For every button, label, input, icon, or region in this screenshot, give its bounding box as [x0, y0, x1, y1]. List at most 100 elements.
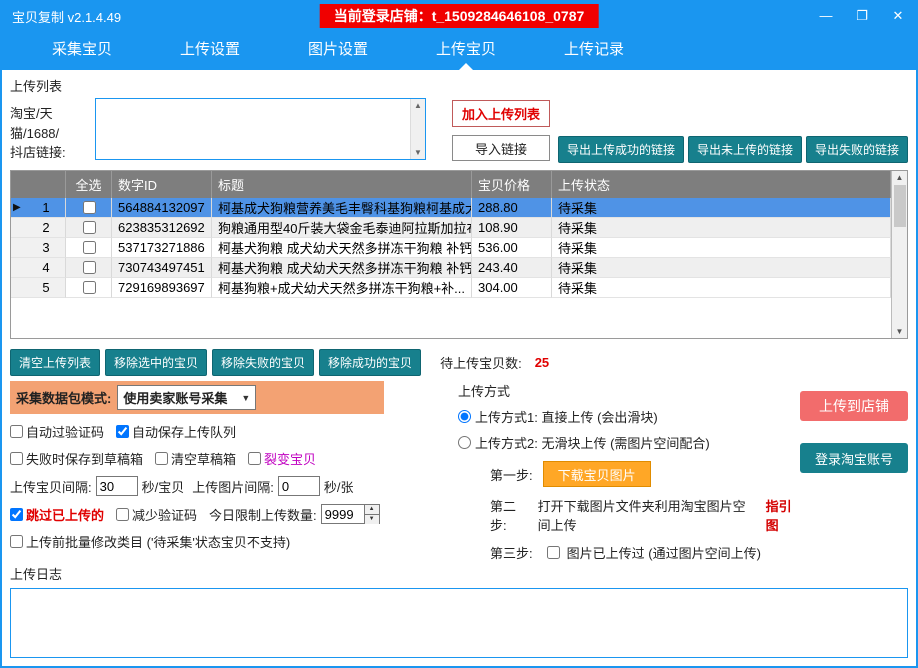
checkbox-row-2: 失败时保存到草稿箱 清空草稿箱 裂变宝贝 — [10, 449, 446, 468]
guide-image-link[interactable]: 指引图 — [766, 496, 800, 534]
export-pending-links-button[interactable]: 导出未上传的链接 — [688, 136, 802, 163]
row-item-price: 304.00 — [472, 278, 552, 298]
row-select-checkbox[interactable] — [83, 221, 96, 234]
window-controls: — ❐ ✕ — [818, 8, 906, 24]
row-item-price: 288.80 — [472, 198, 552, 218]
row-upload-status: 待采集 — [552, 258, 891, 278]
image-interval-label: 上传图片间隔: — [192, 477, 274, 496]
step-2-row: 第二步: 打开下载图片文件夹利用淘宝图片空间上传 指引图 — [458, 496, 800, 534]
minimize-icon[interactable]: — — [818, 8, 834, 24]
upload-method-1-radio[interactable]: 上传方式1: 直接上传 (会出滑块) — [458, 407, 800, 426]
tab-image-settings[interactable]: 图片设置 — [274, 30, 402, 70]
tab-collect-items[interactable]: 采集宝贝 — [18, 30, 146, 70]
add-to-upload-list-button[interactable]: 加入上传列表 — [452, 100, 550, 127]
row-numeric-id: 564884132097 — [112, 198, 212, 218]
row-select-checkbox[interactable] — [83, 281, 96, 294]
save-draft-on-fail-checkbox[interactable]: 失败时保存到草稿箱 — [10, 449, 143, 468]
clear-upload-list-button[interactable]: 清空上传列表 — [10, 349, 100, 376]
header-select-all[interactable]: 全选 — [66, 171, 112, 198]
row-upload-status: 待采集 — [552, 278, 891, 298]
row-item-title: 柯基狗粮+成犬幼犬天然多拼冻干狗粮+补... — [212, 278, 472, 298]
table-scrollbar[interactable]: ▲ ▼ — [891, 171, 907, 338]
close-icon[interactable]: ✕ — [890, 8, 906, 24]
daily-limit-input[interactable] — [322, 505, 364, 523]
scroll-down-icon[interactable]: ▼ — [414, 148, 422, 157]
remove-success-items-button[interactable]: 移除成功的宝贝 — [319, 349, 421, 376]
row-number: 5 — [29, 280, 63, 295]
row-item-title: 柯基犬狗粮 成犬幼犬天然多拼冻干狗粮 补钙... — [212, 258, 472, 278]
table-row[interactable]: ▶ 4 730743497451 柯基犬狗粮 成犬幼犬天然多拼冻干狗粮 补钙..… — [11, 258, 891, 278]
scroll-up-icon[interactable]: ▲ — [896, 173, 904, 182]
header-row-number — [11, 171, 66, 198]
step-2-label: 第二步: — [490, 496, 528, 534]
link-buttons-column: 加入上传列表 导入链接 — [452, 98, 550, 161]
auto-save-queue-checkbox[interactable]: 自动保存上传队列 — [116, 422, 236, 441]
export-failed-links-button[interactable]: 导出失败的链接 — [806, 136, 908, 163]
row-number: 1 — [29, 200, 63, 215]
remove-failed-items-button[interactable]: 移除失败的宝贝 — [212, 349, 314, 376]
row-item-price: 536.00 — [472, 238, 552, 258]
row-upload-status: 待采集 — [552, 198, 891, 218]
table-row[interactable]: ▶ 1 564884132097 柯基成犬狗粮营养美毛丰臀科基狗粮柯基成犬...… — [11, 198, 891, 218]
login-taobao-button[interactable]: 登录淘宝账号 — [800, 443, 908, 473]
row-item-price: 108.90 — [472, 218, 552, 238]
table-row[interactable]: ▶ 5 729169893697 柯基狗粮+成犬幼犬天然多拼冻干狗粮+补... … — [11, 278, 891, 298]
pending-count-value: 25 — [535, 355, 549, 370]
export-buttons-row: 导出上传成功的链接 导出未上传的链接 导出失败的链接 — [558, 136, 908, 163]
daily-limit-label: 今日限制上传数量: — [209, 505, 317, 524]
row-select-checkbox[interactable] — [83, 201, 96, 214]
row-item-title: 柯基犬狗粮 成犬幼犬天然多拼冻干狗粮 补钙... — [212, 238, 472, 258]
reduce-captcha-checkbox[interactable]: 减少验证码 — [116, 505, 197, 524]
item-interval-input[interactable] — [96, 476, 138, 496]
upload-method-2-radio[interactable]: 上传方式2: 无滑块上传 (需图片空间配合) — [458, 433, 800, 452]
remove-selected-items-button[interactable]: 移除选中的宝贝 — [105, 349, 207, 376]
tab-upload-items[interactable]: 上传宝贝 — [402, 30, 530, 70]
clear-draft-checkbox[interactable]: 清空草稿箱 — [155, 449, 236, 468]
row-numeric-id: 623835312692 — [112, 218, 212, 238]
collect-mode-value: 使用卖家账号采集 — [123, 388, 227, 407]
auto-captcha-checkbox[interactable]: 自动过验证码 — [10, 422, 104, 441]
row-select-checkbox[interactable] — [83, 261, 96, 274]
download-item-images-button[interactable]: 下载宝贝图片 — [543, 461, 651, 487]
stepper-down-icon[interactable]: ▼ — [365, 515, 379, 524]
app-window: 宝贝复制 v2.1.4.49 当前登录店铺：t_1509284646108_07… — [0, 0, 918, 668]
step-3-row: 第三步: 图片已上传过 (通过图片空间上传) — [458, 543, 800, 562]
import-links-button[interactable]: 导入链接 — [452, 135, 550, 161]
pending-count-label: 待上传宝贝数: — [440, 353, 522, 372]
table-row[interactable]: ▶ 2 623835312692 狗粮通用型40斤装大袋金毛泰迪阿拉斯加拉布..… — [11, 218, 891, 238]
items-table-main: 全选 数字ID 标题 宝贝价格 上传状态 ▶ 1 564884132097 柯基… — [11, 171, 891, 338]
fission-item-checkbox[interactable]: 裂变宝贝 — [248, 449, 316, 468]
upload-to-shop-button[interactable]: 上传到店铺 — [800, 391, 908, 421]
table-row[interactable]: ▶ 3 537173271886 柯基犬狗粮 成犬幼犬天然多拼冻干狗粮 补钙..… — [11, 238, 891, 258]
tab-upload-settings[interactable]: 上传设置 — [146, 30, 274, 70]
row-item-title: 柯基成犬狗粮营养美毛丰臀科基狗粮柯基成犬... — [212, 198, 472, 218]
link-input[interactable] — [96, 99, 410, 159]
header-numeric-id: 数字ID — [112, 171, 212, 198]
scrollbar-thumb[interactable] — [894, 185, 906, 227]
row-number: 3 — [29, 240, 63, 255]
stepper-up-icon[interactable]: ▲ — [365, 505, 379, 515]
images-already-uploaded-checkbox[interactable]: 图片已上传过 (通过图片空间上传) — [543, 543, 761, 562]
scroll-down-icon[interactable]: ▼ — [896, 327, 904, 336]
upload-log-title: 上传日志 — [10, 564, 908, 583]
image-interval-input[interactable] — [278, 476, 320, 496]
scroll-up-icon[interactable]: ▲ — [414, 101, 422, 110]
row-select-checkbox[interactable] — [83, 241, 96, 254]
checkbox-row-1: 自动过验证码 自动保存上传队列 — [10, 422, 446, 441]
app-title: 宝贝复制 v2.1.4.49 — [12, 7, 121, 26]
upload-method-panel: 上传方式 上传方式1: 直接上传 (会出滑块) 上传方式2: 无滑块上传 (需图… — [446, 381, 800, 562]
batch-modify-category-checkbox[interactable]: 上传前批量修改类目 ('待采集'状态宝贝不支持) — [10, 532, 290, 551]
export-success-links-button[interactable]: 导出上传成功的链接 — [558, 136, 684, 163]
selected-row-arrow-icon: ▶ — [13, 202, 25, 213]
header-upload-status: 上传状态 — [552, 171, 891, 198]
tab-upload-history[interactable]: 上传记录 — [530, 30, 658, 70]
item-interval-label: 上传宝贝间隔: — [10, 477, 92, 496]
skip-uploaded-checkbox[interactable]: 跳过已上传的 — [10, 505, 104, 524]
collect-mode-dropdown[interactable]: 使用卖家账号采集 ▼ — [117, 385, 256, 410]
checkbox-row-3: 跳过已上传的 减少验证码 今日限制上传数量: ▲ ▼ — [10, 504, 446, 524]
link-input-scrollbar[interactable]: ▲ ▼ — [410, 99, 425, 159]
maximize-icon[interactable]: ❐ — [854, 8, 870, 24]
header-price: 宝贝价格 — [472, 171, 552, 198]
row-number: 2 — [29, 220, 63, 235]
upload-log-output[interactable] — [10, 588, 908, 658]
